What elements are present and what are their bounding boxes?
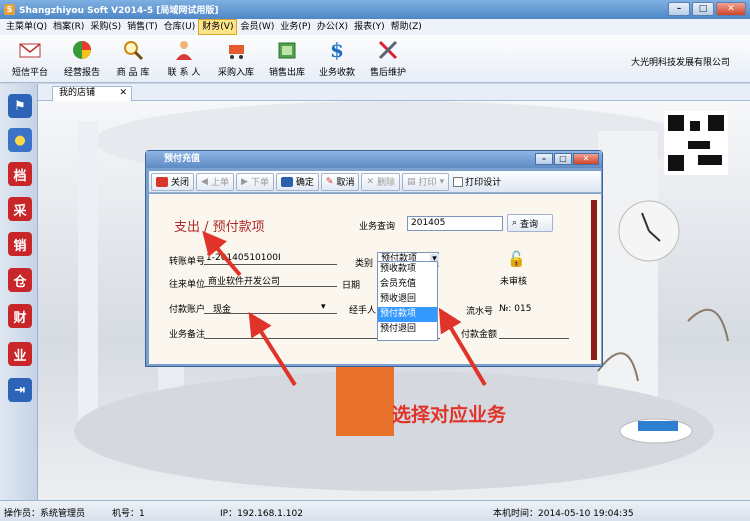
arrow-to-dropdown	[438, 307, 487, 387]
status-bar: 操作员：系统管理员 机号：1 IP：192.168.1.102 本机时间：201…	[0, 500, 750, 521]
annotation-arrows	[202, 230, 487, 387]
status-operator: 操作员：系统管理员	[4, 509, 86, 519]
arrow-to-account	[248, 311, 297, 387]
status-ip: IP：192.168.1.102	[220, 509, 303, 519]
arrow-to-docno	[202, 230, 242, 277]
annotation-text: 选择对应业务	[392, 404, 507, 426]
status-time: 本机时间：2014-05-10 19:04:35	[493, 509, 634, 519]
status-machine: 机号：1	[112, 509, 145, 519]
